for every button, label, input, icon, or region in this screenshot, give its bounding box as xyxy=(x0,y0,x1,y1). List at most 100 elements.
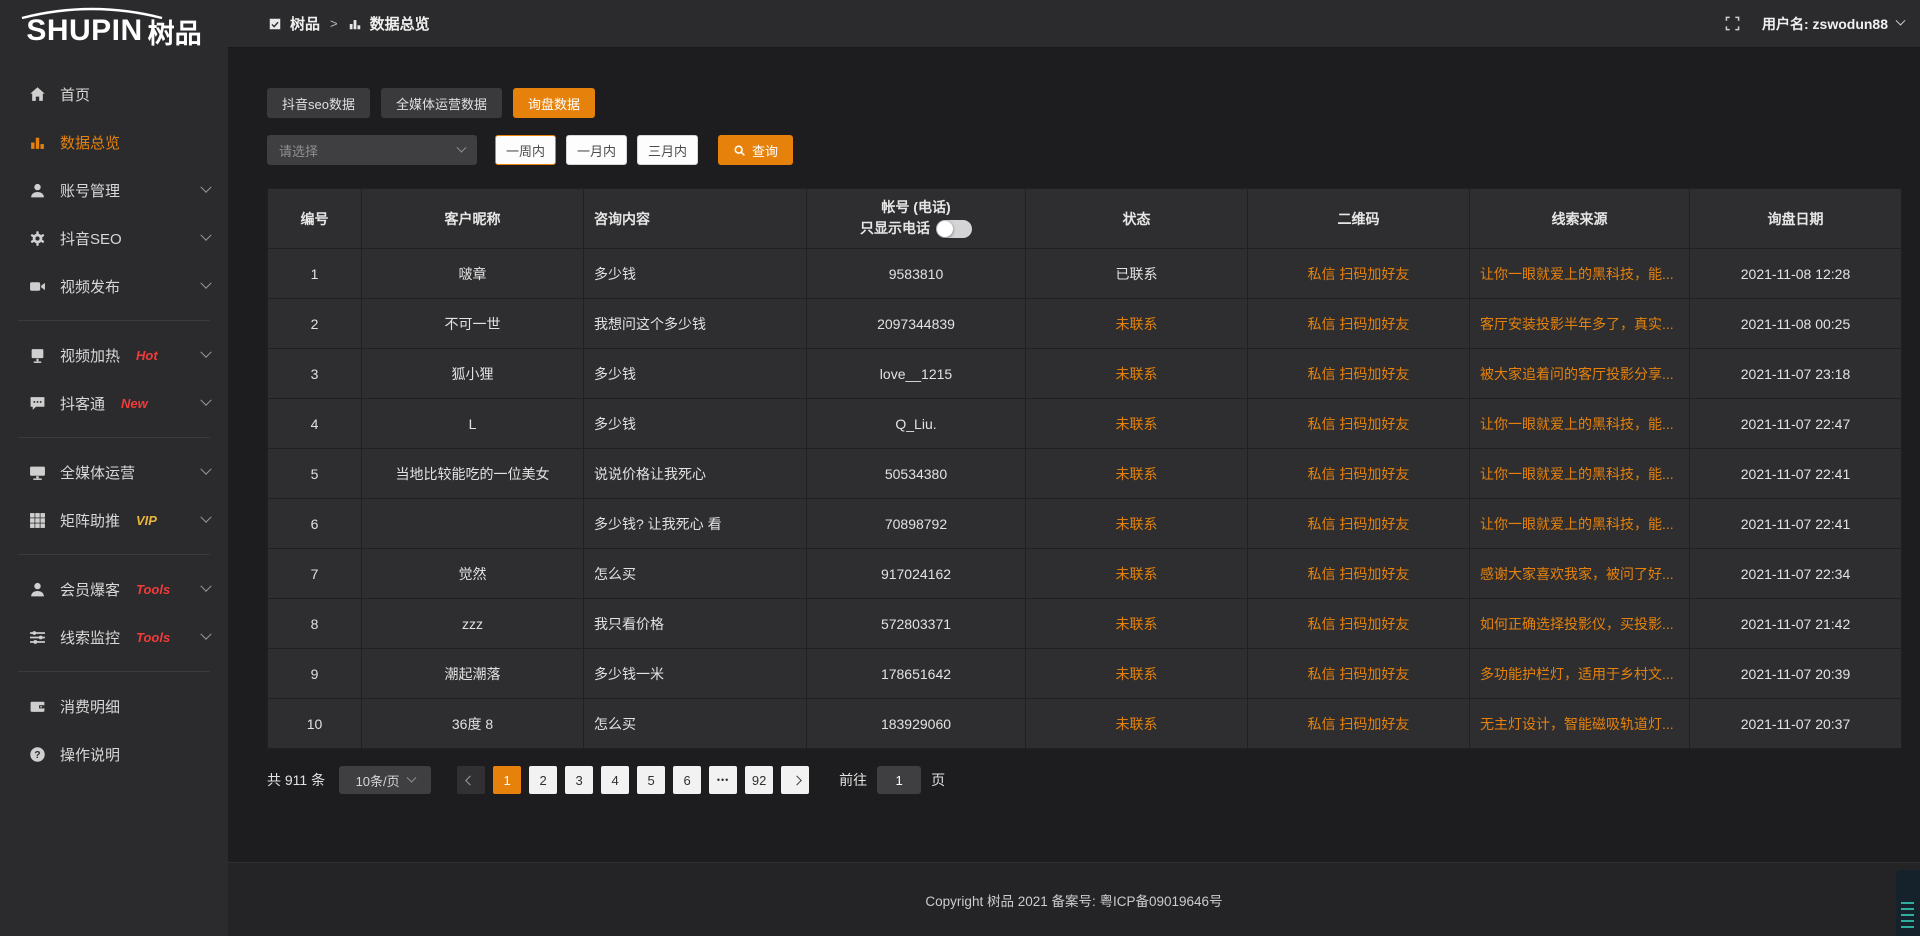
sidebar-item-member-baoke[interactable]: 会员爆客Tools xyxy=(0,565,228,613)
next-page-button[interactable] xyxy=(781,766,809,794)
sidebar-item-badge: Tools xyxy=(136,630,170,645)
cell-qrcode[interactable]: 私信 扫码加好友 xyxy=(1248,499,1470,549)
breadcrumb: 树品 > 数据总览 xyxy=(268,13,430,34)
page-button-5[interactable]: 5 xyxy=(637,766,665,794)
tab-全媒体运营数据[interactable]: 全媒体运营数据 xyxy=(381,88,502,118)
cell-content: 我只看价格 xyxy=(584,599,807,649)
cell-source[interactable]: 让你一眼就爱上的黑科技，能... xyxy=(1470,449,1690,499)
period-button[interactable]: 一周内 xyxy=(495,135,556,165)
cell-qrcode[interactable]: 私信 扫码加好友 xyxy=(1248,399,1470,449)
cell-date: 2021-11-07 22:41 xyxy=(1690,449,1902,499)
logo-text-en: SHUPIN xyxy=(26,14,142,48)
page-button-92[interactable]: 92 xyxy=(745,766,773,794)
sidebar-item-douketong[interactable]: 抖客通New xyxy=(0,379,228,427)
cell-date: 2021-11-07 22:41 xyxy=(1690,499,1902,549)
cell-qrcode[interactable]: 私信 扫码加好友 xyxy=(1248,249,1470,299)
col-status: 状态 xyxy=(1026,189,1248,249)
cell-content: 多少钱一米 xyxy=(584,649,807,699)
chevron-down-icon xyxy=(406,772,416,782)
page-button-1[interactable]: 1 xyxy=(493,766,521,794)
col-content: 咨询内容 xyxy=(584,189,807,249)
corner-widget[interactable] xyxy=(1896,870,1920,936)
query-button[interactable]: 查询 xyxy=(718,135,793,165)
cell-qrcode[interactable]: 私信 扫码加好友 xyxy=(1248,599,1470,649)
sidebar-item-omnimedia-ops[interactable]: 全媒体运营 xyxy=(0,448,228,496)
sidebar-item-label: 视频发布 xyxy=(60,276,120,297)
cell-account: love__1215 xyxy=(807,349,1026,399)
more-pages-button[interactable]: ••• xyxy=(709,766,737,794)
menu-divider xyxy=(18,320,210,321)
sidebar-item-data-overview[interactable]: 数据总览 xyxy=(0,118,228,166)
period-button[interactable]: 一月内 xyxy=(566,135,627,165)
cell-source[interactable]: 让你一眼就爱上的黑科技，能... xyxy=(1470,399,1690,449)
svg-text:?: ? xyxy=(34,749,40,760)
cell-id: 6 xyxy=(268,499,362,549)
cell-source[interactable]: 客厅安装投影半年多了，真实... xyxy=(1470,299,1690,349)
cell-source[interactable]: 无主灯设计，智能磁吸轨道灯... xyxy=(1470,699,1690,749)
cell-content: 多少钱 xyxy=(584,349,807,399)
sidebar-item-badge: VIP xyxy=(136,513,157,528)
cell-status: 未联系 xyxy=(1026,349,1248,399)
page-button-2[interactable]: 2 xyxy=(529,766,557,794)
cell-source[interactable]: 让你一眼就爱上的黑科技，能... xyxy=(1470,249,1690,299)
inquiry-table: 编号 客户昵称 咨询内容 帐号 (电话) 只显示电话 状态 二维码 线索来源 询… xyxy=(267,188,1902,749)
period-button[interactable]: 三月内 xyxy=(637,135,698,165)
sidebar-item-badge: Hot xyxy=(136,348,158,363)
sidebar-item-guide[interactable]: ?操作说明 xyxy=(0,730,228,778)
cell-qrcode[interactable]: 私信 扫码加好友 xyxy=(1248,449,1470,499)
sidebar-item-douyin-seo[interactable]: 抖音SEO xyxy=(0,214,228,262)
sidebar-item-label: 首页 xyxy=(60,84,90,105)
tab-询盘数据[interactable]: 询盘数据 xyxy=(513,88,595,118)
cell-id: 1 xyxy=(268,249,362,299)
sidebar-item-label: 视频加热 xyxy=(60,345,120,366)
page-button-4[interactable]: 4 xyxy=(601,766,629,794)
sliders-icon xyxy=(28,628,46,646)
table-header-row: 编号 客户昵称 咨询内容 帐号 (电话) 只显示电话 状态 二维码 线索来源 询… xyxy=(268,189,1902,249)
cell-qrcode[interactable]: 私信 扫码加好友 xyxy=(1248,649,1470,699)
cell-qrcode[interactable]: 私信 扫码加好友 xyxy=(1248,549,1470,599)
phone-only-toggle[interactable] xyxy=(936,220,972,238)
cell-source[interactable]: 如何正确选择投影仪，买投影... xyxy=(1470,599,1690,649)
menu-divider xyxy=(18,554,210,555)
cell-nickname: 潮起潮落 xyxy=(362,649,584,699)
cell-qrcode[interactable]: 私信 扫码加好友 xyxy=(1248,699,1470,749)
table-body: 1啵章多少钱9583810已联系私信 扫码加好友让你一眼就爱上的黑科技，能...… xyxy=(268,249,1902,749)
table-row: 1036度 8怎么买183929060未联系私信 扫码加好友无主灯设计，智能磁吸… xyxy=(268,699,1902,749)
user-menu[interactable]: 用户名: zswodun88 xyxy=(1762,14,1904,34)
cell-account: 178651642 xyxy=(807,649,1026,699)
cell-qrcode[interactable]: 私信 扫码加好友 xyxy=(1248,349,1470,399)
page-button-6[interactable]: 6 xyxy=(673,766,701,794)
cell-source[interactable]: 让你一眼就爱上的黑科技，能... xyxy=(1470,499,1690,549)
tab-抖音seo数据[interactable]: 抖音seo数据 xyxy=(267,88,370,118)
filter-select[interactable]: 请选择 xyxy=(267,135,477,165)
cell-id: 3 xyxy=(268,349,362,399)
cell-source[interactable]: 多功能护栏灯，适用于乡村文... xyxy=(1470,649,1690,699)
cell-id: 8 xyxy=(268,599,362,649)
sidebar-item-consumption[interactable]: 消费明细 xyxy=(0,682,228,730)
cell-id: 7 xyxy=(268,549,362,599)
username-label: 用户名: zswodun88 xyxy=(1762,14,1888,34)
cell-date: 2021-11-08 00:25 xyxy=(1690,299,1902,349)
sidebar-item-matrix-boost[interactable]: 矩阵助推VIP xyxy=(0,496,228,544)
breadcrumb-root[interactable]: 树品 xyxy=(290,13,320,34)
sidebar-item-lead-monitoring[interactable]: 线索监控Tools xyxy=(0,613,228,661)
sidebar-item-home[interactable]: 首页 xyxy=(0,70,228,118)
breadcrumb-current-icon xyxy=(348,17,362,31)
page-button-3[interactable]: 3 xyxy=(565,766,593,794)
cell-source[interactable]: 感谢大家喜欢我家，被问了好... xyxy=(1470,549,1690,599)
fullscreen-icon[interactable] xyxy=(1725,16,1740,31)
cell-account: 2097344839 xyxy=(807,299,1026,349)
sidebar-item-account-mgmt[interactable]: 账号管理 xyxy=(0,166,228,214)
chevron-down-icon xyxy=(200,347,211,358)
cell-qrcode[interactable]: 私信 扫码加好友 xyxy=(1248,299,1470,349)
sidebar-item-video-publish[interactable]: 视频发布 xyxy=(0,262,228,310)
cell-source[interactable]: 被大家追着问的客厅投影分享... xyxy=(1470,349,1690,399)
prev-page-button[interactable] xyxy=(457,766,485,794)
cell-content: 怎么买 xyxy=(584,699,807,749)
corner-widget-stripes-icon xyxy=(1901,902,1914,928)
topbar: 树品 > 数据总览 用户名: zswodun88 xyxy=(228,0,1920,48)
cell-id: 9 xyxy=(268,649,362,699)
page-size-select[interactable]: 10条/页 xyxy=(339,766,431,794)
goto-page-input[interactable] xyxy=(877,766,921,794)
sidebar-item-video-heating[interactable]: 视频加热 Hot xyxy=(0,331,228,379)
